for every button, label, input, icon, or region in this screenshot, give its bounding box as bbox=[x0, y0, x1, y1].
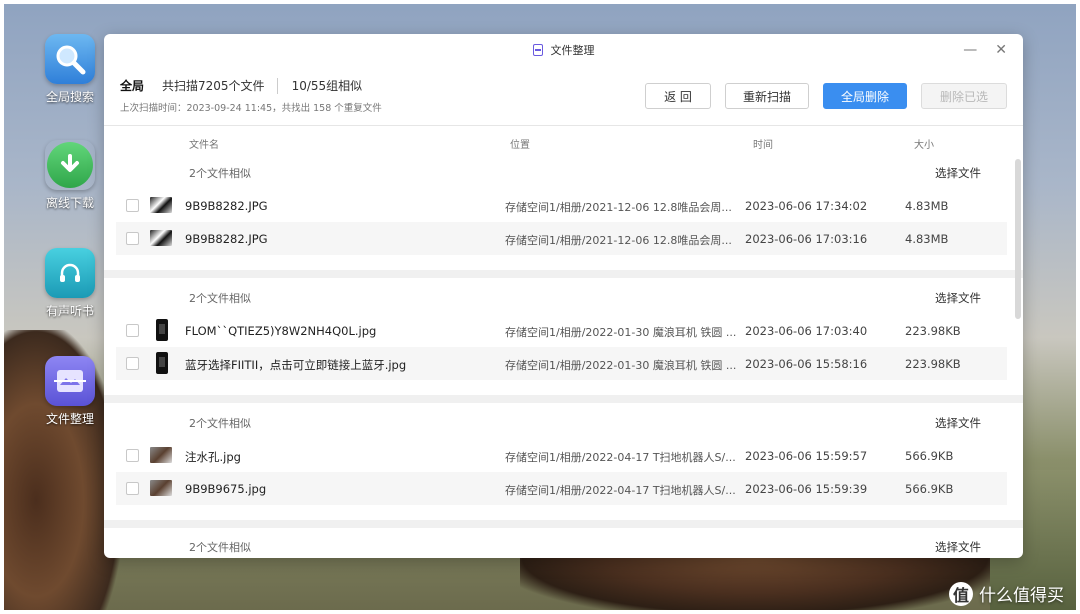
similar-groups-count: 10/55组相似 bbox=[291, 79, 363, 93]
image-thumbnail bbox=[150, 480, 172, 496]
image-thumbnail bbox=[150, 230, 172, 246]
desktop-icon-audiobook[interactable]: 有声听书 bbox=[40, 248, 100, 319]
toolbar: 全局 共扫描7205个文件 10/55组相似 上次扫描时间：2023-09-24… bbox=[104, 66, 1023, 126]
group-separator bbox=[104, 395, 1023, 403]
desktop-icon-global-search[interactable]: 全局搜索 bbox=[40, 34, 100, 105]
image-thumbnail bbox=[150, 447, 172, 463]
file-name: 9B9B8282.JPG bbox=[185, 199, 268, 213]
file-location: 存储空间1/相册/2022-04-17 T扫地机器人S/... bbox=[505, 484, 736, 497]
file-row[interactable]: 9B9B9675.jpg 存储空间1/相册/2022-04-17 T扫地机器人S… bbox=[116, 472, 1007, 505]
window-title: 文件整理 bbox=[550, 44, 595, 57]
desktop-icon-label: 离线下载 bbox=[45, 196, 94, 210]
file-row[interactable]: 注水孔.jpg 存储空间1/相册/2022-04-17 T扫地机器人S/... … bbox=[116, 439, 1007, 472]
group-title: 2个文件相似 bbox=[189, 292, 251, 305]
desktop-icon-file-organize[interactable]: 文件整理 bbox=[40, 356, 100, 427]
last-scan-info: 上次扫描时间：2023-09-24 11:45，共找出 158 个重复文件 bbox=[120, 103, 382, 114]
file-row[interactable]: 9B9B8282.JPG 存储空间1/相册/2021-12-06 12.8唯品会… bbox=[116, 189, 1007, 222]
file-size: 4.83MB bbox=[905, 232, 949, 246]
column-header-name[interactable]: 文件名 bbox=[189, 136, 219, 151]
delete-all-button[interactable]: 全局删除 bbox=[823, 83, 907, 109]
search-icon bbox=[45, 34, 95, 84]
select-files-button[interactable]: 选择文件 bbox=[935, 415, 981, 431]
divider bbox=[276, 77, 278, 94]
group-title: 2个文件相似 bbox=[189, 167, 251, 180]
group-title: 2个文件相似 bbox=[189, 541, 251, 554]
file-checkbox[interactable] bbox=[126, 482, 139, 495]
desktop-icon-offline-download[interactable]: 离线下载 bbox=[40, 140, 100, 211]
file-name: FLOM``QTIEZ5)Y8W2NH4Q0L.jpg bbox=[185, 324, 377, 338]
file-location: 存储空间1/相册/2021-12-06 12.8唯品会周... bbox=[505, 234, 732, 247]
scanned-count: 共扫描7205个文件 bbox=[162, 79, 265, 93]
rescan-button[interactable]: 重新扫描 bbox=[725, 83, 809, 109]
file-checkbox[interactable] bbox=[126, 232, 139, 245]
file-time: 2023-06-06 17:03:40 bbox=[745, 324, 868, 338]
file-time: 2023-06-06 17:03:16 bbox=[745, 232, 868, 246]
file-location: 存储空间1/相册/2021-12-06 12.8唯品会周... bbox=[505, 201, 732, 214]
file-name: 9B9B9675.jpg bbox=[185, 482, 267, 496]
file-size: 566.9KB bbox=[905, 449, 954, 463]
scan-scope-label: 全局 bbox=[120, 79, 145, 93]
file-row[interactable]: 蓝牙选择FIITII，点击可立即链接上蓝牙.jpg 存储空间1/相册/2022-… bbox=[116, 347, 1007, 380]
select-files-button[interactable]: 选择文件 bbox=[935, 290, 981, 306]
file-size: 223.98KB bbox=[905, 324, 961, 338]
file-size: 223.98KB bbox=[905, 357, 961, 371]
select-files-button[interactable]: 选择文件 bbox=[935, 165, 981, 181]
file-row[interactable]: FLOM``QTIEZ5)Y8W2NH4Q0L.jpg 存储空间1/相册/202… bbox=[116, 314, 1007, 347]
file-time: 2023-06-06 15:59:57 bbox=[745, 449, 868, 463]
watermark: 值 什么值得买 bbox=[949, 581, 1064, 606]
file-organizer-window: 文件整理 — ✕ 全局 共扫描7205个文件 10/55组相似 上次扫描时间：2… bbox=[104, 34, 1023, 558]
group-title: 2个文件相似 bbox=[189, 417, 251, 430]
similar-file-list: 2个文件相似 选择文件 9B9B8282.JPG 存储空间1/相册/2021-1… bbox=[104, 157, 1023, 558]
file-checkbox[interactable] bbox=[126, 199, 139, 212]
file-checkbox[interactable] bbox=[126, 357, 139, 370]
watermark-text: 什么值得买 bbox=[979, 586, 1064, 606]
image-thumbnail bbox=[156, 352, 168, 374]
column-header-location[interactable]: 位置 bbox=[510, 136, 530, 151]
column-header-size[interactable]: 大小 bbox=[914, 136, 934, 151]
select-files-button[interactable]: 选择文件 bbox=[935, 539, 981, 555]
desktop-icon-label: 全局搜索 bbox=[45, 90, 94, 104]
file-organize-icon bbox=[45, 356, 95, 406]
column-header: 文件名 位置 时间 大小 bbox=[104, 127, 1023, 157]
file-row[interactable]: 9B9B8282.JPG 存储空间1/相册/2021-12-06 12.8唯品会… bbox=[116, 222, 1007, 255]
file-location: 存储空间1/相册/2022-04-17 T扫地机器人S/... bbox=[505, 451, 736, 464]
desktop-icon-label: 文件整理 bbox=[45, 412, 94, 426]
file-location: 存储空间1/相册/2022-01-30 魔浪耳机 铁圆 ... bbox=[505, 359, 737, 372]
image-thumbnail bbox=[150, 197, 172, 213]
file-name: 注水孔.jpg bbox=[185, 450, 241, 464]
group-separator bbox=[104, 520, 1023, 528]
column-header-time[interactable]: 时间 bbox=[753, 136, 773, 151]
minimize-button[interactable]: — bbox=[963, 42, 977, 58]
file-time: 2023-06-06 15:58:16 bbox=[745, 357, 868, 371]
file-time: 2023-06-06 17:34:02 bbox=[745, 199, 868, 213]
delete-selected-button[interactable]: 删除已选 bbox=[921, 83, 1007, 109]
scrollbar[interactable] bbox=[1015, 159, 1021, 319]
file-time: 2023-06-06 15:59:39 bbox=[745, 482, 868, 496]
window-titlebar[interactable]: 文件整理 — ✕ bbox=[104, 34, 1023, 66]
file-name: 蓝牙选择FIITII，点击可立即链接上蓝牙.jpg bbox=[185, 358, 407, 372]
download-icon bbox=[45, 140, 95, 190]
watermark-logo: 值 bbox=[949, 581, 973, 606]
image-thumbnail bbox=[156, 319, 168, 341]
close-button[interactable]: ✕ bbox=[995, 42, 1007, 58]
file-checkbox[interactable] bbox=[126, 324, 139, 337]
audiobook-icon bbox=[45, 248, 95, 298]
desktop-icon-label: 有声听书 bbox=[45, 304, 94, 318]
file-size: 4.83MB bbox=[905, 199, 949, 213]
file-organize-icon bbox=[532, 44, 543, 56]
group-separator bbox=[104, 270, 1023, 278]
file-checkbox[interactable] bbox=[126, 449, 139, 462]
file-location: 存储空间1/相册/2022-01-30 魔浪耳机 铁圆 ... bbox=[505, 326, 737, 339]
back-button[interactable]: 返 回 bbox=[645, 83, 711, 109]
file-name: 9B9B8282.JPG bbox=[185, 232, 268, 246]
file-size: 566.9KB bbox=[905, 482, 954, 496]
